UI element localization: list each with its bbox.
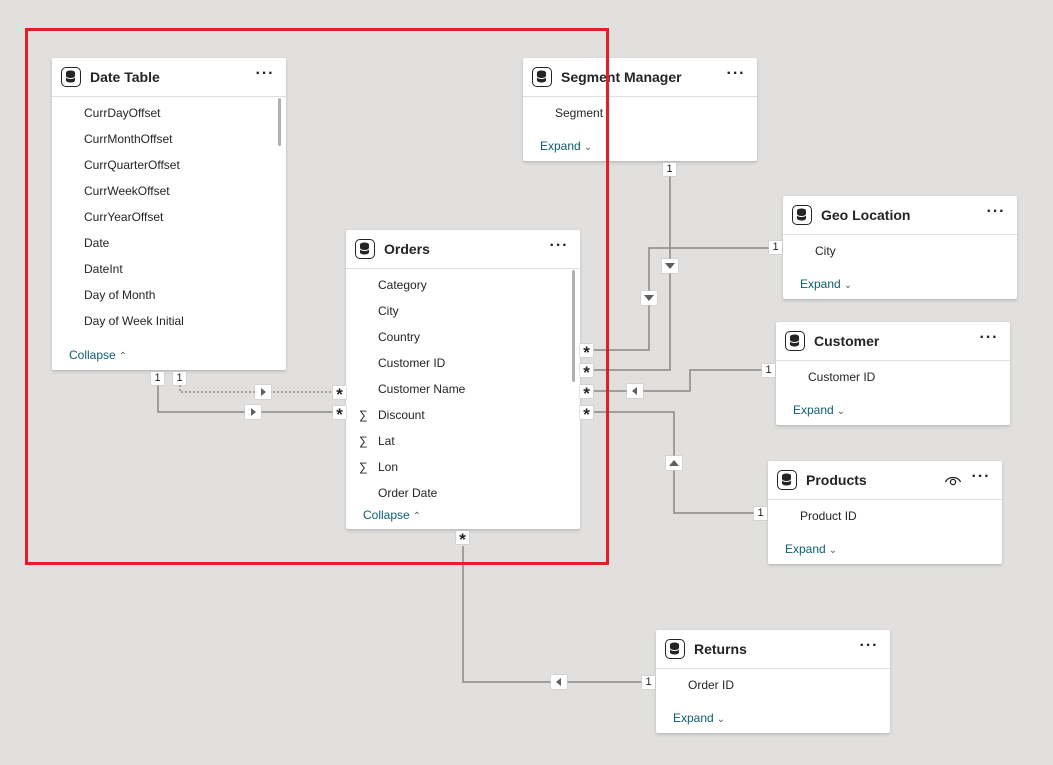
filter-direction-left-icon[interactable] [551,675,567,689]
field-item[interactable]: City [815,244,836,258]
cardinality-one-badge: 1 [762,364,775,377]
rel-line-customer-orders [594,369,762,392]
cardinality-one-badge: 1 [663,163,676,176]
table-icon [777,470,797,490]
table-icon [792,205,812,225]
more-options-icon[interactable]: ··· [970,468,992,490]
chevron-down-icon: ⌄ [836,406,846,417]
returns-title: Returns [694,641,747,657]
customer-title: Customer [814,333,880,349]
customer-card[interactable]: Customer ··· Customer ID Expand ⌄ [776,322,1010,425]
more-options-icon[interactable]: ··· [858,637,880,659]
field-item[interactable]: Customer ID [808,370,875,384]
filter-direction-down-icon[interactable] [641,291,657,305]
chevron-down-icon: ⌄ [843,280,853,291]
more-options-icon[interactable]: ··· [985,203,1007,225]
geo-location-card[interactable]: Geo Location ··· City Expand ⌄ [783,196,1017,299]
returns-header[interactable]: Returns ··· [656,630,890,669]
selection-highlight [25,28,609,565]
expand-label: Expand [785,542,826,556]
returns-card[interactable]: Returns ··· Order ID Expand ⌄ [656,630,890,733]
rel-line-orders-returns [462,546,642,683]
rel-line-geo-orders [594,247,770,351]
field-item[interactable]: Order ID [688,678,734,692]
products-header[interactable]: Products ··· [768,461,1002,500]
eye-icon[interactable] [944,471,962,489]
cardinality-one-badge: 1 [769,241,782,254]
field-item[interactable]: Product ID [800,509,857,523]
expand-label: Expand [800,277,841,291]
chevron-down-icon: ⌄ [828,545,838,556]
filter-direction-down-icon[interactable] [662,259,678,273]
expand-button[interactable]: Expand ⌄ [800,277,852,291]
more-options-icon[interactable]: ··· [978,329,1000,351]
chevron-down-icon: ⌄ [716,714,726,725]
cardinality-one-badge: 1 [642,676,655,689]
cardinality-one-badge: 1 [754,507,767,520]
filter-direction-left-icon[interactable] [627,384,643,398]
geo-location-title: Geo Location [821,207,911,223]
products-title: Products [806,472,867,488]
expand-label: Expand [793,403,834,417]
expand-button[interactable]: Expand ⌄ [673,711,725,725]
expand-button[interactable]: Expand ⌄ [785,542,837,556]
products-card[interactable]: Products ··· Product ID Expand ⌄ [768,461,1002,564]
table-icon [665,639,685,659]
more-options-icon[interactable]: ··· [725,65,747,87]
expand-label: Expand [673,711,714,725]
customer-header[interactable]: Customer ··· [776,322,1010,361]
filter-direction-up-icon[interactable] [666,456,682,470]
table-icon [785,331,805,351]
expand-button[interactable]: Expand ⌄ [793,403,845,417]
geo-location-header[interactable]: Geo Location ··· [783,196,1017,235]
